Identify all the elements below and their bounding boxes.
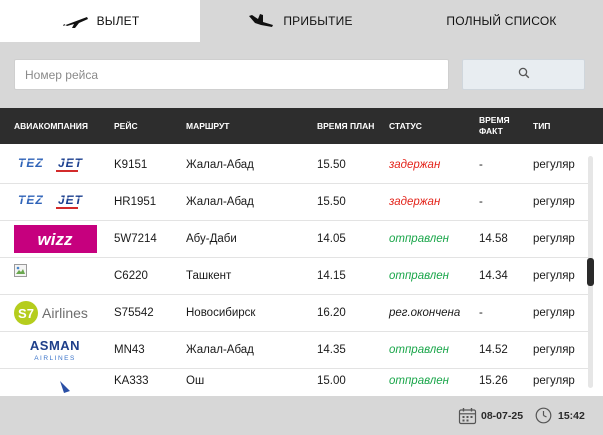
table-row[interactable]: AERO NOMAD KA333 Ош 15.00 отправлен 15.2… [0,369,590,396]
svg-text:TEZ: TEZ [18,193,44,207]
route: Ош [186,375,205,387]
route: Ташкент [186,270,232,282]
table-row[interactable]: S7 Airlines S75542 Новосибирск 16.20 рег… [0,295,590,332]
scrollbar-thumb[interactable] [587,258,594,286]
s7-airlines-logo: S7 Airlines [14,295,98,331]
svg-text:S7: S7 [18,306,34,321]
header-status: СТАТУС [389,120,422,131]
svg-text:AIRLINES: AIRLINES [34,355,76,362]
status-badge: задержан [389,196,441,208]
table-row[interactable]: wizz 5W7214 Абу-Даби 14.05 отправлен 14.… [0,221,590,258]
time-value: 15:42 [558,409,585,422]
svg-text:JET: JET [58,156,84,170]
time-fact: 14.58 [479,233,508,245]
flight-number: HR1951 [114,196,157,208]
header-flight: РЕЙС [114,120,138,131]
table-row[interactable]: TEZ JET K9151 Жалал-Абад 15.50 задержан … [0,147,590,184]
flight-type: регуляр [533,375,575,387]
route: Новосибирск [186,307,256,319]
plane-departure-icon [61,13,89,29]
flights-table-body: TEZ JET K9151 Жалал-Абад 15.50 задержан … [0,144,603,396]
route: Жалал-Абад [186,196,254,208]
flight-number-input[interactable] [14,59,449,90]
svg-text:ASMAN: ASMAN [30,338,80,353]
footer-date: 08-07-25 [458,396,523,435]
plane-arrival-icon [247,13,275,29]
flight-type: регуляр [533,270,575,282]
header-time-fact-line2: ФАКТ [479,126,503,136]
svg-text:TEZ: TEZ [18,156,44,170]
status-badge: задержан [389,159,441,171]
date-value: 08-07-25 [481,409,524,422]
flight-type: регуляр [533,159,575,171]
svg-text:JET: JET [58,193,84,207]
calendar-icon [458,407,477,425]
time-fact: - [479,196,483,208]
header-route: МАРШРУТ [186,120,230,131]
table-header: АВИАКОМПАНИЯ РЕЙС МАРШРУТ ВРЕМЯ ПЛАН СТА… [0,108,603,144]
flight-type: регуляр [533,233,575,245]
footer-time: 15:42 [535,396,585,435]
status-badge: рег.окончена [389,307,461,319]
tez-jet-logo: TEZ JET [14,147,94,183]
flight-number: C6220 [114,270,148,282]
svg-text:Airlines: Airlines [42,305,88,321]
search-panel [0,42,603,108]
header-time-fact: ВРЕМЯ ФАКТ [479,108,510,144]
flight-number: K9151 [114,159,148,171]
time-fact: - [479,307,483,319]
time-plan: 15.00 [317,375,346,387]
flight-type: регуляр [533,196,575,208]
flight-number: S75542 [114,307,154,319]
time-plan: 14.05 [317,233,346,245]
time-fact: 14.34 [479,270,508,282]
time-plan: 14.15 [317,270,346,282]
clock-icon [535,407,552,424]
broken-image-icon [14,258,28,294]
asman-airlines-logo: ASMAN AIRLINES [24,332,86,368]
header-time-fact-line1: ВРЕМЯ [479,115,510,125]
time-plan: 16.20 [317,307,346,319]
time-fact: 15.26 [479,375,508,387]
status-badge: отправлен [389,233,449,245]
flight-number: KA333 [114,375,149,387]
time-plan: 15.50 [317,196,346,208]
tab-arrival-label: ПРИБЫТИЕ [283,14,353,28]
table-row[interactable]: TEZ JET HR1951 Жалал-Абад 15.50 задержан… [0,184,590,221]
route: Абу-Даби [186,233,237,245]
table-row[interactable]: C6220 Ташкент 14.15 отправлен 14.34 регу… [0,258,590,295]
flight-tabs: ВЫЛЕТ ПРИБЫТИЕ ПОЛНЫЙ СПИСОК [0,0,603,42]
flight-type: регуляр [533,307,575,319]
search-icon [518,66,530,84]
tab-full-list-label: ПОЛНЫЙ СПИСОК [446,14,557,28]
route: Жалал-Абад [186,159,254,171]
svg-text:wizz: wizz [38,230,73,249]
search-button[interactable] [462,59,585,90]
tab-departure[interactable]: ВЫЛЕТ [0,0,200,42]
status-badge: отправлен [389,270,449,282]
tab-full-list[interactable]: ПОЛНЫЙ СПИСОК [400,0,603,42]
status-badge: отправлен [389,375,449,387]
footer-bar: 08-07-25 15:42 [0,396,603,435]
header-time-plan: ВРЕМЯ ПЛАН [317,120,375,131]
flight-number: 5W7214 [114,233,157,245]
time-plan: 15.50 [317,159,346,171]
tab-arrival[interactable]: ПРИБЫТИЕ [200,0,400,42]
aero-nomad-logo: AERO NOMAD [24,369,94,396]
tez-jet-logo: TEZ JET [14,184,94,220]
time-fact: - [479,159,483,171]
wizz-logo: wizz [14,221,97,257]
header-type: ТИП [533,120,551,131]
tab-departure-label: ВЫЛЕТ [96,14,140,28]
header-airline: АВИАКОМПАНИЯ [14,120,89,131]
